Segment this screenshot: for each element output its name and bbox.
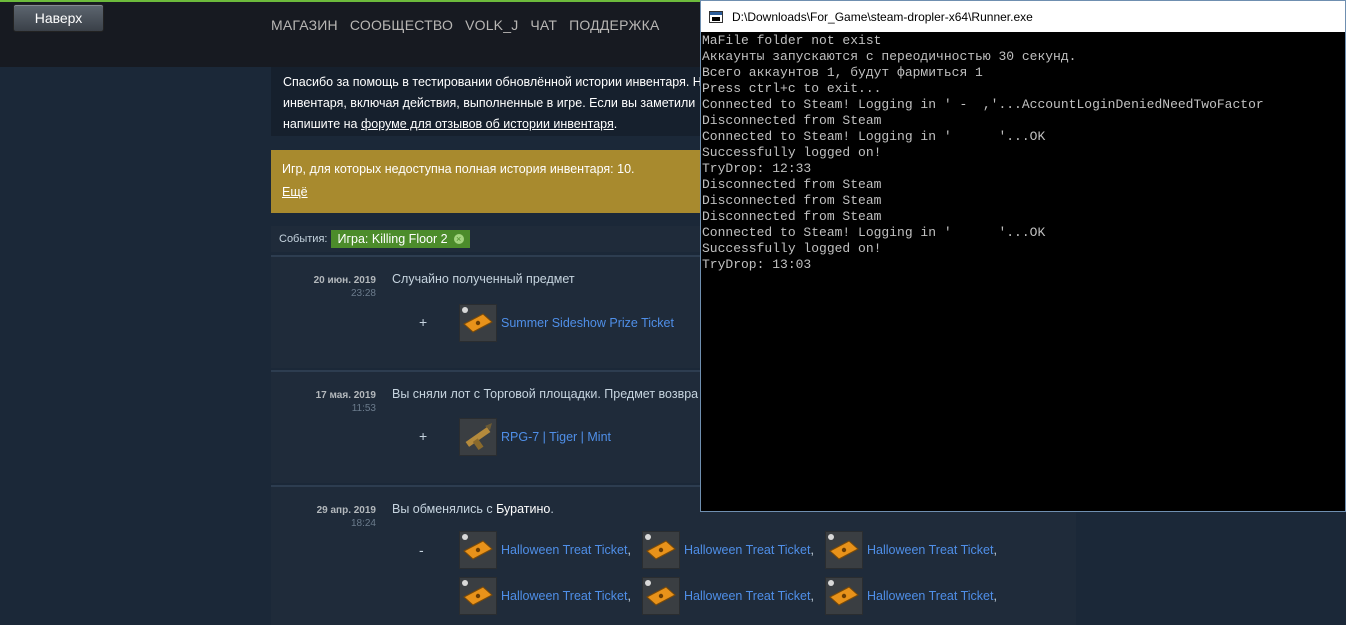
- console-line: Disconnected from Steam: [702, 193, 882, 208]
- main-nav: МАГАЗИН СООБЩЕСТВО VOLK_J ЧАТ ПОДДЕРЖКА: [271, 17, 660, 33]
- page-background: [0, 67, 271, 625]
- item-name[interactable]: Summer Sideshow Prize Ticket: [501, 316, 674, 330]
- inventory-item[interactable]: RPG-7 | Tiger | Mint: [459, 418, 611, 456]
- ticket-icon: [825, 577, 863, 615]
- console-line: Аккаунты запускаются с переодичностью 30…: [702, 49, 1077, 64]
- console-line: Всего аккаунтов 1, будут фармиться 1: [702, 65, 983, 80]
- item-name[interactable]: Halloween Treat Ticket,: [684, 589, 814, 603]
- inventory-item[interactable]: Summer Sideshow Prize Ticket: [459, 304, 674, 342]
- notice-text: .: [613, 117, 618, 131]
- trade-partner-link[interactable]: Буратино: [496, 502, 550, 516]
- filter-chip-label: Игра: Killing Floor 2: [337, 232, 448, 246]
- console-window[interactable]: D:\Downloads\For_Game\steam-dropler-x64\…: [700, 0, 1346, 512]
- inventory-item[interactable]: Halloween Treat Ticket,: [642, 531, 814, 569]
- trade-text: Вы обменялись с: [392, 502, 497, 516]
- console-line: Disconnected from Steam: [702, 177, 882, 192]
- console-line: MaFile folder not exist: [702, 33, 882, 48]
- console-line: Connected to Steam! Logging in ' - ,'...…: [702, 97, 1264, 112]
- item-name[interactable]: Halloween Treat Ticket,: [684, 543, 814, 557]
- event-date: 29 апр. 2019: [316, 505, 376, 516]
- event-description: Вы обменялись с Буратино.: [392, 502, 554, 516]
- nav-community[interactable]: СООБЩЕСТВО: [350, 17, 453, 33]
- inventory-item[interactable]: Halloween Treat Ticket,: [825, 577, 997, 615]
- event-description: Вы сняли лот с Торговой площадки. Предме…: [392, 387, 699, 401]
- event-date: 17 мая. 2019: [315, 390, 376, 401]
- ticket-icon: [459, 531, 497, 569]
- close-icon[interactable]: ×: [453, 234, 464, 244]
- ticket-icon: [825, 531, 863, 569]
- item-name[interactable]: Halloween Treat Ticket,: [501, 543, 631, 557]
- console-line: TryDrop: 12:33: [702, 161, 812, 176]
- items-removed-sign: -: [419, 542, 424, 558]
- items-added-sign: +: [419, 428, 428, 444]
- item-name[interactable]: Halloween Treat Ticket,: [501, 589, 631, 603]
- ticket-icon: [459, 577, 497, 615]
- console-line: Disconnected from Steam: [702, 209, 882, 224]
- notice-text: напишите на: [283, 117, 361, 131]
- console-title: D:\Downloads\For_Game\steam-dropler-x64\…: [732, 9, 1033, 24]
- console-line: Successfully logged on!: [702, 241, 882, 256]
- event-description: Случайно полученный предмет: [392, 272, 575, 286]
- feedback-forum-link[interactable]: форуме для отзывов об истории инвентаря: [361, 117, 614, 131]
- console-output: MaFile folder not exist Аккаунты запускаю…: [701, 32, 1345, 273]
- item-name[interactable]: RPG-7 | Tiger | Mint: [501, 430, 611, 444]
- console-line: Press ctrl+c to exit...: [702, 81, 882, 96]
- inventory-item[interactable]: Halloween Treat Ticket,: [825, 531, 997, 569]
- console-line: Disconnected from Steam: [702, 113, 882, 128]
- inventory-item[interactable]: Halloween Treat Ticket,: [459, 531, 631, 569]
- trade-text: .: [550, 502, 554, 516]
- rocket-launcher-icon: [459, 418, 497, 456]
- console-line: Connected to Steam! Logging in ' '...OK: [702, 225, 1046, 240]
- event-time: 11:53: [351, 403, 376, 414]
- ticket-icon: [459, 304, 497, 342]
- inventory-item[interactable]: Halloween Treat Ticket,: [459, 577, 631, 615]
- ticket-icon: [642, 577, 680, 615]
- item-name[interactable]: Halloween Treat Ticket,: [867, 589, 997, 603]
- event-time: 18:24: [350, 518, 376, 529]
- nav-profile[interactable]: VOLK_J: [465, 17, 518, 33]
- items-added-sign: +: [419, 314, 428, 330]
- console-line: Connected to Steam! Logging in ' '...OK: [702, 129, 1046, 144]
- item-name[interactable]: Halloween Treat Ticket,: [867, 543, 997, 557]
- console-line: Successfully logged on!: [702, 145, 882, 160]
- back-to-top-button[interactable]: Наверх: [13, 4, 104, 32]
- console-titlebar[interactable]: D:\Downloads\For_Game\steam-dropler-x64\…: [701, 1, 1345, 32]
- ticket-icon: [642, 531, 680, 569]
- game-filter-chip[interactable]: Игра: Killing Floor 2 ×: [331, 230, 470, 248]
- nav-support[interactable]: ПОДДЕРЖКА: [569, 17, 659, 33]
- show-more-link[interactable]: Ещё: [282, 183, 308, 202]
- console-app-icon: [709, 10, 723, 23]
- nav-store[interactable]: МАГАЗИН: [271, 17, 338, 33]
- event-date: 20 июн. 2019: [313, 275, 376, 286]
- console-line: TryDrop: 13:03: [702, 257, 812, 272]
- nav-chat[interactable]: ЧАТ: [530, 17, 557, 33]
- filters-label: События:: [279, 233, 328, 245]
- event-time: 23:28: [350, 288, 376, 299]
- inventory-item[interactable]: Halloween Treat Ticket,: [642, 577, 814, 615]
